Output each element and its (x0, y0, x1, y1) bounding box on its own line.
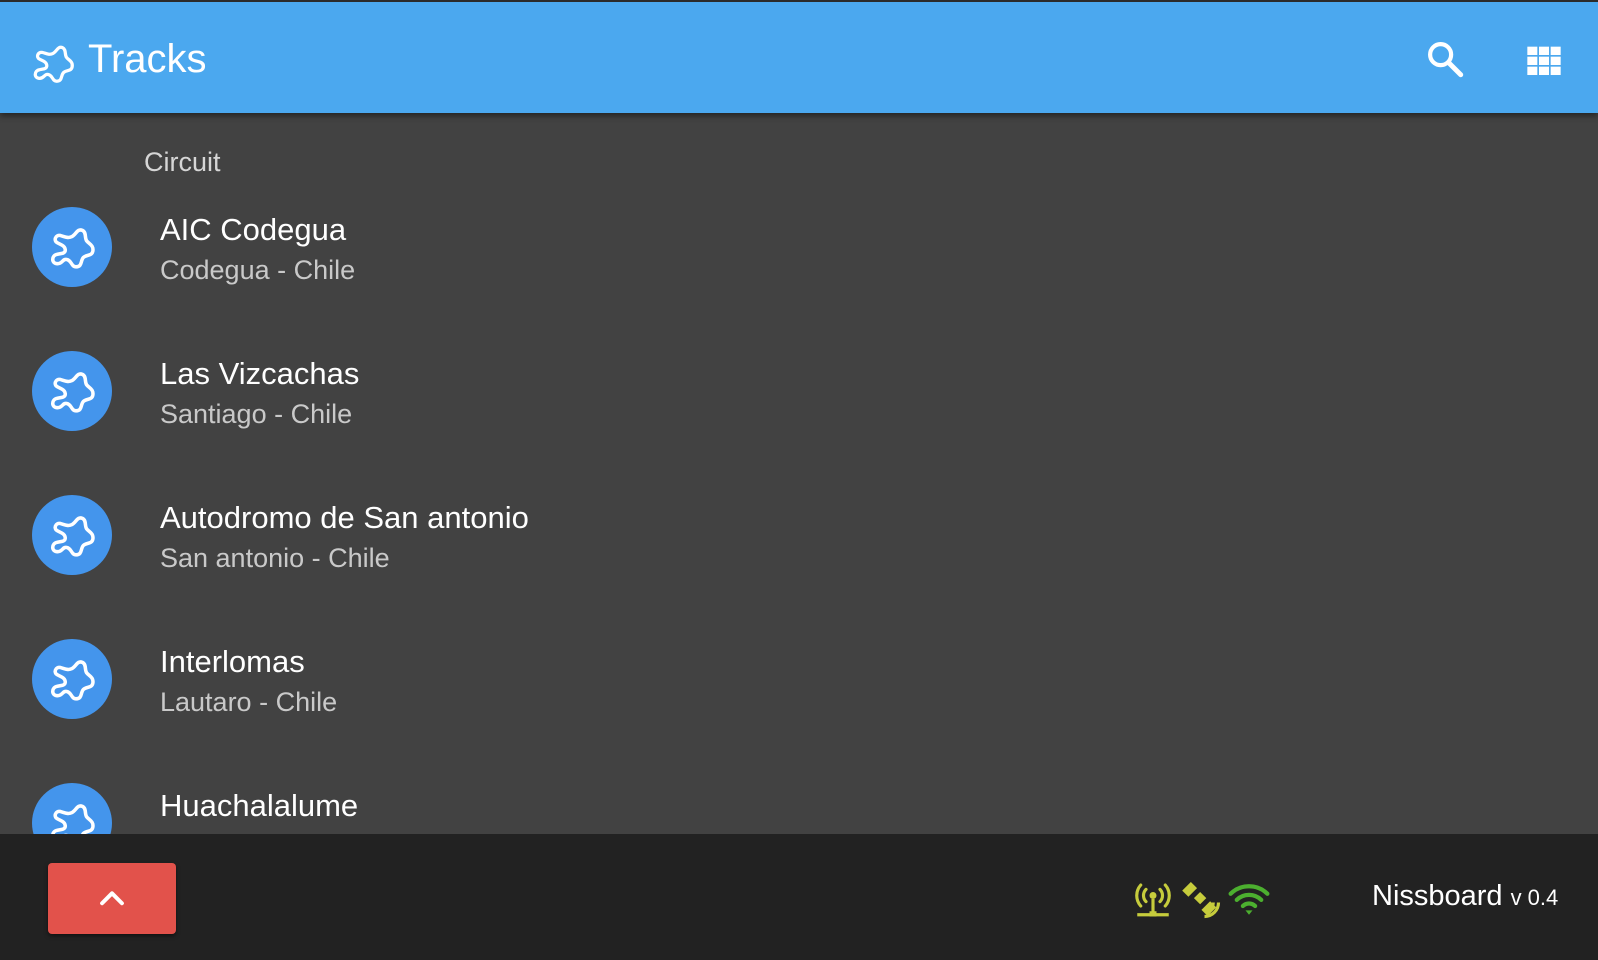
list-item[interactable]: HuachalalumeLa Serena - Chile (0, 783, 1598, 834)
track-location: Lautaro - Chile (160, 687, 338, 717)
track-avatar (32, 207, 112, 287)
race-track-icon (51, 804, 95, 834)
list-item[interactable]: Las Vizcachas Santiago - Chile (0, 351, 1598, 495)
satellite-icon (1182, 881, 1221, 919)
race-track-icon (50, 372, 95, 413)
race-track-icon (50, 228, 95, 269)
wifi-icon (1228, 884, 1270, 915)
race-track-icon (33, 45, 74, 83)
track-name: Huachalalume (160, 788, 359, 823)
search-button[interactable] (1424, 38, 1466, 80)
search-icon (1428, 42, 1464, 78)
list-subheader: Circuit (144, 147, 221, 177)
track-location: Santiago - Chile (160, 399, 353, 429)
track-avatar (32, 351, 112, 431)
apps-menu-button[interactable] (1524, 40, 1564, 80)
track-avatar (32, 495, 112, 575)
track-list-container[interactable]: Circuit AIC Codegua Codegua - Chile Las Vi… (0, 113, 1598, 834)
status-icons (1132, 878, 1270, 920)
scroll-up-button[interactable] (48, 863, 176, 934)
list-item[interactable]: Interlomas Lautaro - Chile (0, 639, 1598, 783)
race-track-icon (50, 660, 95, 701)
track-avatar (32, 639, 112, 719)
apps-grid-icon (1527, 46, 1561, 75)
race-track-icon (50, 516, 95, 557)
list-item[interactable]: Autodromo de San antonio San antonio - Ch… (0, 495, 1598, 639)
track-name: Las Vizcachas (160, 356, 360, 391)
track-location: Codegua - Chile (160, 255, 356, 285)
footer-bar: Nissboard v 0.4 (0, 834, 1598, 960)
track-avatar (32, 783, 112, 834)
app-version: v 0.4 (1510, 885, 1559, 910)
chevron-up-icon (100, 890, 124, 905)
app-bar: Tracks (0, 0, 1598, 113)
track-name: Autodromo de San antonio (160, 500, 529, 535)
app-brand: Nissboard v 0.4 (1372, 878, 1558, 916)
network-antenna-icon (1135, 883, 1171, 917)
list-item[interactable]: AIC Codegua Codegua - Chile (0, 207, 1598, 351)
track-list: AIC Codegua Codegua - Chile Las Vizcachas S… (0, 207, 1598, 834)
brand-name: Nissboard (1372, 880, 1503, 912)
track-name: Interlomas (160, 644, 305, 679)
page-title: Tracks (88, 37, 207, 81)
track-location: San antonio - Chile (160, 543, 390, 573)
track-name: AIC Codegua (160, 212, 347, 247)
